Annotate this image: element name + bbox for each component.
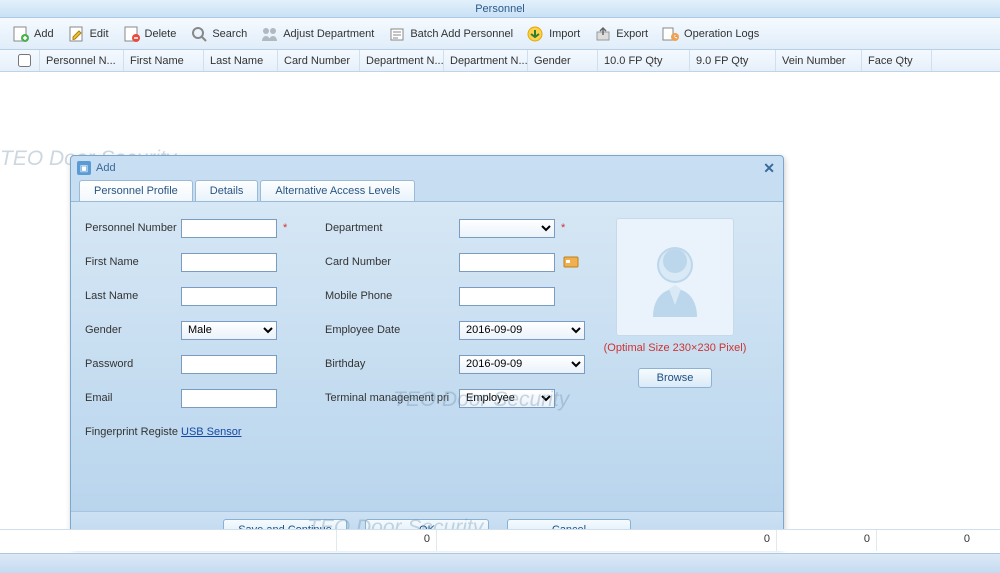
gender-label: Gender bbox=[85, 324, 181, 336]
grid-header-cell[interactable]: Gender bbox=[528, 50, 598, 71]
people-icon bbox=[261, 25, 279, 43]
usb-sensor-link[interactable]: USB Sensor bbox=[181, 426, 242, 438]
status-bar bbox=[0, 553, 1000, 573]
tab-personnel-profile[interactable]: Personnel Profile bbox=[79, 180, 193, 201]
employee-date-select[interactable]: 2016-09-09 bbox=[459, 321, 585, 340]
export-icon bbox=[594, 25, 612, 43]
grid-header-cell[interactable]: 10.0 FP Qty bbox=[598, 50, 690, 71]
first-name-input[interactable] bbox=[181, 253, 277, 272]
card-number-label: Card Number bbox=[325, 256, 459, 268]
add-icon bbox=[12, 25, 30, 43]
grid-footer: 0 0 0 0 bbox=[0, 529, 1000, 551]
terminal-priv-label: Terminal management pri bbox=[325, 392, 459, 404]
birthday-label: Birthday bbox=[325, 358, 459, 370]
grid-header-cell[interactable]: Department N... bbox=[444, 50, 528, 71]
grid-header-cell[interactable]: Personnel N... bbox=[40, 50, 124, 71]
close-icon[interactable]: ✕ bbox=[763, 160, 775, 177]
optimal-size-text: (Optimal Size 230×230 Pixel) bbox=[585, 342, 765, 354]
logs-icon bbox=[662, 25, 680, 43]
delete-icon bbox=[123, 25, 141, 43]
select-all-checkbox[interactable] bbox=[18, 54, 31, 67]
card-number-input[interactable] bbox=[459, 253, 555, 272]
footer-value: 0 bbox=[336, 530, 436, 551]
last-name-input[interactable] bbox=[181, 287, 277, 306]
required-mark: * bbox=[561, 222, 565, 234]
dialog-tabs: Personnel Profile Details Alternative Ac… bbox=[79, 180, 783, 201]
photo-preview bbox=[616, 218, 734, 336]
toolbar: Add Edit Delete Search Adjust Department… bbox=[0, 18, 1000, 50]
grid-body: TEO Door Security ▣ Add ✕ Personnel Prof… bbox=[0, 72, 1000, 507]
personnel-number-label: Personnel Number bbox=[85, 222, 181, 234]
department-select[interactable] bbox=[459, 219, 555, 238]
edit-button[interactable]: Edit bbox=[62, 22, 115, 46]
mobile-phone-input[interactable] bbox=[459, 287, 555, 306]
batch-add-button[interactable]: Batch Add Personnel bbox=[382, 22, 519, 46]
search-icon bbox=[190, 25, 208, 43]
card-icon[interactable] bbox=[563, 255, 581, 269]
dialog-body: TEO Door Security TEO Door Security Pers… bbox=[71, 201, 783, 511]
tab-access-levels[interactable]: Alternative Access Levels bbox=[260, 180, 415, 201]
adjust-department-button[interactable]: Adjust Department bbox=[255, 22, 380, 46]
window-title-bar: Personnel bbox=[0, 0, 1000, 18]
header-checkbox-cell bbox=[0, 50, 40, 71]
browse-button[interactable]: Browse bbox=[638, 368, 713, 388]
gender-select[interactable]: Male bbox=[181, 321, 277, 340]
add-dialog: ▣ Add ✕ Personnel Profile Details Altern… bbox=[70, 155, 784, 548]
edit-icon bbox=[68, 25, 86, 43]
last-name-label: Last Name bbox=[85, 290, 181, 302]
grid-header-cell[interactable]: Last Name bbox=[204, 50, 278, 71]
terminal-priv-select[interactable]: Employee bbox=[459, 389, 555, 408]
grid-header-cell[interactable]: Face Qty bbox=[862, 50, 932, 71]
add-button[interactable]: Add bbox=[6, 22, 60, 46]
grid-header-cell[interactable]: First Name bbox=[124, 50, 204, 71]
personnel-number-input[interactable] bbox=[181, 219, 277, 238]
grid-header-cell[interactable]: Vein Number bbox=[776, 50, 862, 71]
export-button[interactable]: Export bbox=[588, 22, 654, 46]
password-input[interactable] bbox=[181, 355, 277, 374]
grid-header-cell[interactable]: Department N... bbox=[360, 50, 444, 71]
avatar-placeholder-icon bbox=[635, 237, 715, 317]
email-input[interactable] bbox=[181, 389, 277, 408]
password-label: Password bbox=[85, 358, 181, 370]
operation-logs-button[interactable]: Operation Logs bbox=[656, 22, 765, 46]
fingerprint-label: Fingerprint Registe bbox=[85, 426, 181, 438]
grid-header-cell[interactable]: 9.0 FP Qty bbox=[690, 50, 776, 71]
first-name-label: First Name bbox=[85, 256, 181, 268]
delete-button[interactable]: Delete bbox=[117, 22, 183, 46]
tab-details[interactable]: Details bbox=[195, 180, 259, 201]
required-mark: * bbox=[283, 222, 287, 234]
department-label: Department bbox=[325, 222, 459, 234]
dialog-title: Add bbox=[96, 162, 116, 174]
email-label: Email bbox=[85, 392, 181, 404]
footer-value: 0 bbox=[876, 530, 976, 551]
batch-add-icon bbox=[388, 25, 406, 43]
import-button[interactable]: Import bbox=[521, 22, 586, 46]
search-button[interactable]: Search bbox=[184, 22, 253, 46]
mobile-phone-label: Mobile Phone bbox=[325, 290, 459, 302]
employee-date-label: Employee Date bbox=[325, 324, 459, 336]
footer-value: 0 bbox=[776, 530, 876, 551]
dialog-icon: ▣ bbox=[77, 161, 91, 175]
dialog-title-bar: ▣ Add ✕ bbox=[71, 156, 783, 180]
birthday-select[interactable]: 2016-09-09 bbox=[459, 355, 585, 374]
grid-header: Personnel N... First Name Last Name Card… bbox=[0, 50, 1000, 72]
footer-value: 0 bbox=[436, 530, 776, 551]
window-title: Personnel bbox=[475, 3, 525, 15]
grid-header-cell[interactable]: Card Number bbox=[278, 50, 360, 71]
import-icon bbox=[527, 25, 545, 43]
